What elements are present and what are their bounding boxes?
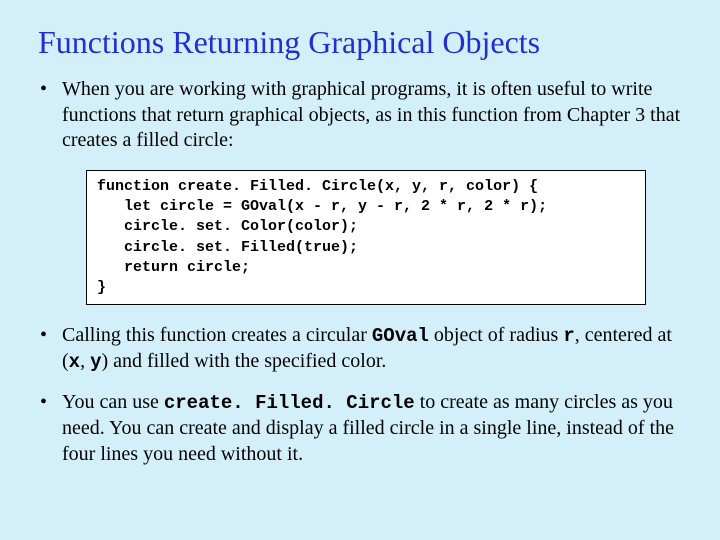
- code-line-6: }: [97, 279, 106, 296]
- bullet-2-text-a: Calling this function creates a circular: [62, 324, 372, 346]
- inline-x: x: [69, 351, 80, 373]
- bullet-1: When you are working with graphical prog…: [38, 77, 682, 154]
- inline-y: y: [90, 351, 101, 373]
- inline-goval: GOval: [372, 325, 429, 347]
- slide: Functions Returning Graphical Objects Wh…: [0, 0, 720, 540]
- code-line-5: return circle;: [97, 259, 250, 276]
- bullet-list-2: Calling this function creates a circular…: [38, 323, 682, 467]
- bullet-list: When you are working with graphical prog…: [38, 77, 682, 154]
- code-box: function create. Filled. Circle(x, y, r,…: [86, 170, 646, 306]
- bullet-3: You can use create. Filled. Circle to cr…: [38, 390, 682, 467]
- inline-create-filled-circle: create. Filled. Circle: [164, 392, 415, 414]
- bullet-2-text-b: object of radius: [429, 324, 563, 346]
- code-line-2: let circle = GOval(x - r, y - r, 2 * r, …: [97, 198, 547, 215]
- code-line-4: circle. set. Filled(true);: [97, 239, 358, 256]
- bullet-2: Calling this function creates a circular…: [38, 323, 682, 374]
- bullet-1-text: When you are working with graphical prog…: [62, 78, 680, 151]
- code-line-1: function create. Filled. Circle(x, y, r,…: [97, 178, 538, 195]
- code-block: function create. Filled. Circle(x, y, r,…: [97, 177, 635, 299]
- code-line-3: circle. set. Color(color);: [97, 218, 358, 235]
- inline-r: r: [563, 325, 574, 347]
- bullet-3-text-a: You can use: [62, 391, 164, 413]
- bullet-2-text-d: ,: [80, 350, 90, 372]
- slide-title: Functions Returning Graphical Objects: [38, 24, 682, 61]
- bullet-2-text-e: ) and filled with the specified color.: [101, 350, 386, 372]
